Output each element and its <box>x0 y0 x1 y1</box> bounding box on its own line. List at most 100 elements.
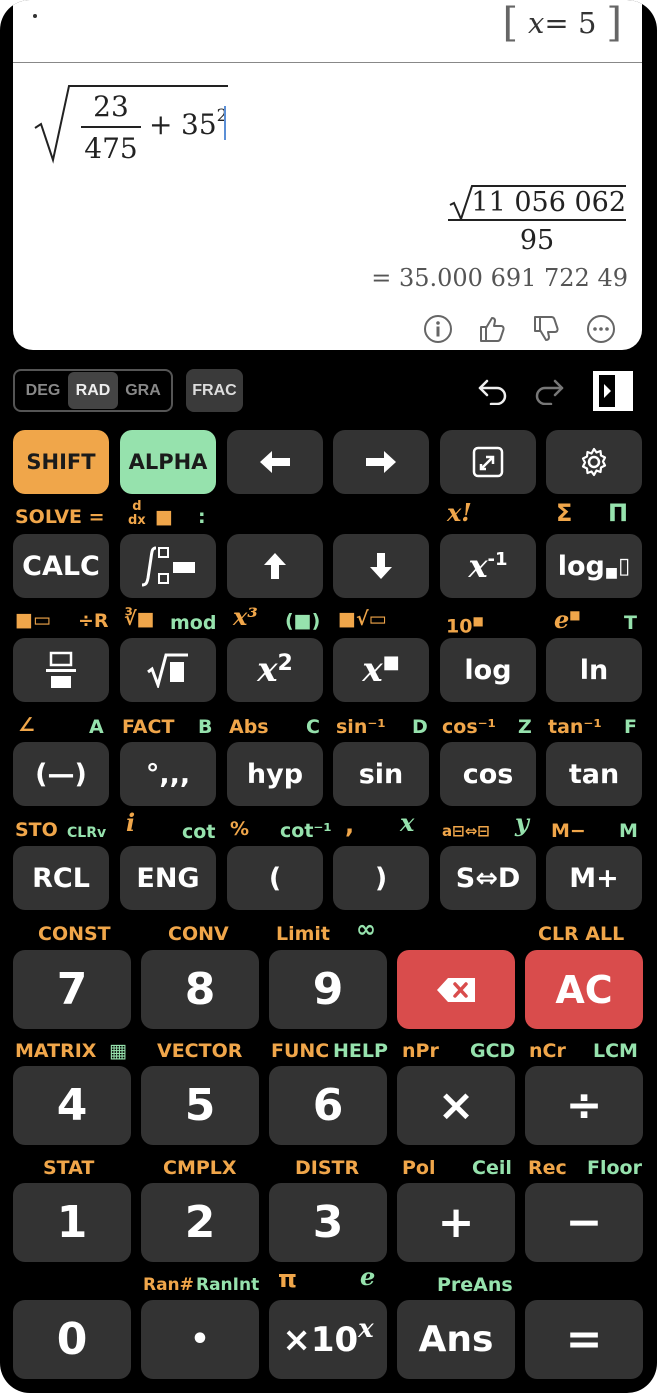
resize-button[interactable] <box>440 430 536 494</box>
power-button[interactable]: x ■ <box>333 638 429 702</box>
label-floor: Floor <box>587 1157 642 1179</box>
exact-result: 11 056 062 95 <box>448 183 626 258</box>
display-divider <box>13 62 642 63</box>
label-matrix: MATRIX <box>15 1040 97 1062</box>
tan-button[interactable]: tan <box>546 742 642 806</box>
multiply-button[interactable]: × <box>397 1066 515 1145</box>
shift-button[interactable]: SHIFT <box>13 430 109 494</box>
arrow-up-icon <box>264 553 286 579</box>
sd-button[interactable]: S⇔D <box>440 846 536 910</box>
arrow-right-icon <box>366 451 396 473</box>
label-c: C <box>306 716 320 738</box>
undo-icon[interactable] <box>474 369 512 412</box>
label-ten-power: 10■ <box>446 614 484 638</box>
digit-1-button[interactable]: 1 <box>13 1183 131 1262</box>
power-term: 352 <box>181 106 228 141</box>
integral-icon <box>141 546 195 587</box>
cos-button[interactable]: cos <box>440 742 536 806</box>
label-m: M <box>619 820 638 842</box>
label-product: Π <box>608 499 629 527</box>
label-const: CONST <box>38 923 111 945</box>
digit-4-button[interactable]: 4 <box>13 1066 131 1145</box>
label-vector: VECTOR <box>157 1040 243 1062</box>
label-mod: mod <box>170 612 217 634</box>
label-sto: STO <box>15 819 58 841</box>
label-abs: Abs <box>229 716 269 738</box>
cursor-up-button[interactable] <box>227 534 323 598</box>
sin-button[interactable]: sin <box>333 742 429 806</box>
fraction-numerator: 23 <box>93 90 129 123</box>
thumbs-down-icon[interactable] <box>529 312 563 346</box>
digit-2-button[interactable]: 2 <box>141 1183 259 1262</box>
more-icon[interactable] <box>584 312 618 346</box>
label-b: B <box>198 716 213 738</box>
cursor-right-button[interactable] <box>333 430 429 494</box>
label-clr-all: CLR ALL <box>538 923 625 945</box>
calc-button[interactable]: CALC <box>13 534 109 598</box>
label-pol: Pol <box>402 1157 436 1179</box>
panel-toggle-icon[interactable] <box>590 369 636 412</box>
frac-toggle-button[interactable]: FRAC <box>186 369 243 412</box>
decimal-point-button[interactable]: • <box>141 1300 259 1379</box>
integral-button[interactable] <box>120 534 216 598</box>
label-m-minus: M− <box>551 820 586 842</box>
log-button[interactable]: log <box>440 638 536 702</box>
angle-mode-selector[interactable]: DEG RAD GRA <box>13 369 173 412</box>
digit-7-button[interactable]: 7 <box>13 950 131 1029</box>
dms-button[interactable]: °,,, <box>120 742 216 806</box>
arrow-left-icon <box>260 451 290 473</box>
mode-rad[interactable]: RAD <box>68 372 118 409</box>
digit-3-button[interactable]: 3 <box>269 1183 387 1262</box>
negative-button[interactable]: (—) <box>13 742 109 806</box>
thumbs-up-icon[interactable] <box>475 312 509 346</box>
input-expression[interactable]: 23 475 + 352 <box>33 82 333 172</box>
variable-box: [ x= 5 ] <box>502 0 622 46</box>
sqrt-button[interactable] <box>120 638 216 702</box>
log-base-button[interactable]: log ■ ▯ <box>546 534 642 598</box>
mode-deg[interactable]: DEG <box>18 372 68 409</box>
settings-button[interactable] <box>546 430 642 494</box>
ln-button[interactable]: ln <box>546 638 642 702</box>
ans-button[interactable]: Ans <box>397 1300 515 1379</box>
info-icon[interactable] <box>421 312 455 346</box>
divide-button[interactable]: ÷ <box>525 1066 643 1145</box>
equals-button[interactable]: = <box>525 1300 643 1379</box>
subtract-button[interactable]: − <box>525 1183 643 1262</box>
digit-5-button[interactable]: 5 <box>141 1066 259 1145</box>
alpha-button[interactable]: ALPHA <box>120 430 216 494</box>
add-button[interactable]: + <box>397 1183 515 1262</box>
redo-icon[interactable] <box>530 369 568 412</box>
left-paren-button[interactable]: ( <box>227 846 323 910</box>
rcl-button[interactable]: RCL <box>13 846 109 910</box>
square-button[interactable]: x2 <box>227 638 323 702</box>
label-z: Z <box>518 716 532 738</box>
label-percent: % <box>230 818 250 840</box>
ac-button[interactable]: AC <box>525 950 643 1029</box>
label-gcd: GCD <box>470 1040 516 1062</box>
digit-9-button[interactable]: 9 <box>269 950 387 1029</box>
fraction-button[interactable] <box>13 638 109 702</box>
display-panel[interactable]: [ x= 5 ] 23 475 + 352 11 056 062 95 = 35… <box>13 0 642 350</box>
label-a: A <box>89 716 104 738</box>
digit-6-button[interactable]: 6 <box>269 1066 387 1145</box>
label-ncr: nCr <box>529 1040 566 1062</box>
mode-gra[interactable]: GRA <box>118 372 168 409</box>
cursor-left-button[interactable] <box>227 430 323 494</box>
hyp-button[interactable]: hyp <box>227 742 323 806</box>
eng-button[interactable]: ENG <box>120 846 216 910</box>
label-t: T <box>624 612 637 634</box>
m-plus-button[interactable]: M+ <box>546 846 642 910</box>
right-paren-button[interactable]: ) <box>333 846 429 910</box>
digit-8-button[interactable]: 8 <box>141 950 259 1029</box>
backspace-button[interactable] <box>397 950 515 1029</box>
indicator-dot <box>33 14 37 18</box>
inverse-button[interactable]: x -1 <box>440 534 536 598</box>
label-e-power: e■ <box>554 605 581 634</box>
exp10-button[interactable]: ×10 x <box>269 1300 387 1379</box>
gear-icon <box>581 447 607 477</box>
label-mixed-convert: a⊟⇔⊟ <box>442 822 490 840</box>
label-rec: Rec <box>528 1157 567 1179</box>
digit-0-button[interactable]: 0 <box>13 1300 131 1379</box>
decimal-result: = 35.000 691 722 49 <box>371 264 628 292</box>
cursor-down-button[interactable] <box>333 534 429 598</box>
